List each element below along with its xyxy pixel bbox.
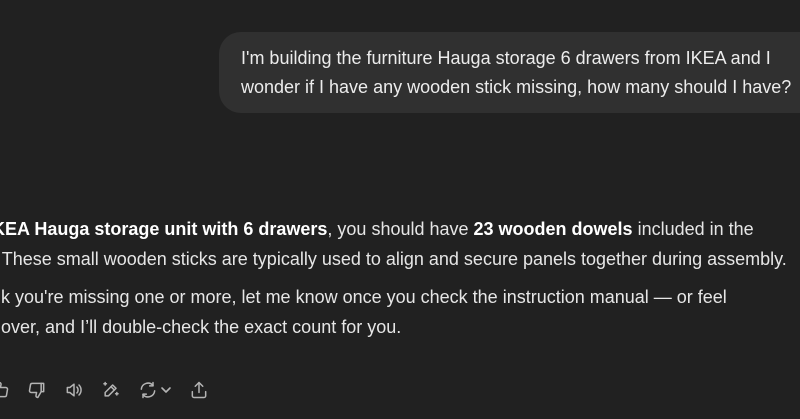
assistant-p1-line-2: ge. These small wooden sticks are typica…: [0, 249, 787, 269]
share-button[interactable]: [185, 376, 213, 404]
edit-sparkle-icon: [103, 381, 119, 397]
user-message-line-1: I'm building the furniture Hauga storage…: [241, 48, 771, 68]
assistant-p2-line-2: d it over, and I’ll double-check the exa…: [0, 317, 402, 337]
read-aloud-button[interactable]: [60, 376, 88, 404]
edit-button[interactable]: [97, 376, 125, 404]
assistant-paragraph-1: e IKEA Hauga storage unit with 6 drawers…: [0, 214, 800, 274]
share-icon: [191, 381, 207, 399]
assistant-p1-line-1: e IKEA Hauga storage unit with 6 drawers…: [0, 214, 800, 244]
chat-viewport: I'm building the furniture Hauga storage…: [0, 0, 800, 419]
assistant-p1-bold-count: 23 wooden dowels: [473, 219, 633, 239]
chevron-down-icon: [161, 387, 171, 393]
thumbs-up-icon: [0, 381, 9, 398]
assistant-p2-line-1: think you're missing one or more, let me…: [0, 287, 727, 307]
user-message-bubble: I'm building the furniture Hauga storage…: [219, 32, 800, 113]
regenerate-button[interactable]: [134, 376, 176, 404]
message-actions-toolbar: [0, 376, 222, 404]
assistant-p1-text-mid: , you should have: [327, 219, 474, 239]
assistant-p1-text-post: included in the: [632, 219, 754, 239]
thumbs-up-button[interactable]: [0, 376, 14, 404]
read-aloud-icon: [66, 383, 82, 397]
thumbs-down-button[interactable]: [23, 376, 51, 404]
thumbs-down-icon: [28, 382, 45, 399]
assistant-p1-bold-product: IKEA Hauga storage unit with 6 drawers: [0, 219, 328, 239]
assistant-paragraph-2: think you're missing one or more, let me…: [0, 282, 800, 342]
regenerate-icon: [140, 381, 156, 399]
user-message-line-2: wonder if I have any wooden stick missin…: [241, 77, 792, 97]
assistant-message: e IKEA Hauga storage unit with 6 drawers…: [0, 214, 800, 350]
